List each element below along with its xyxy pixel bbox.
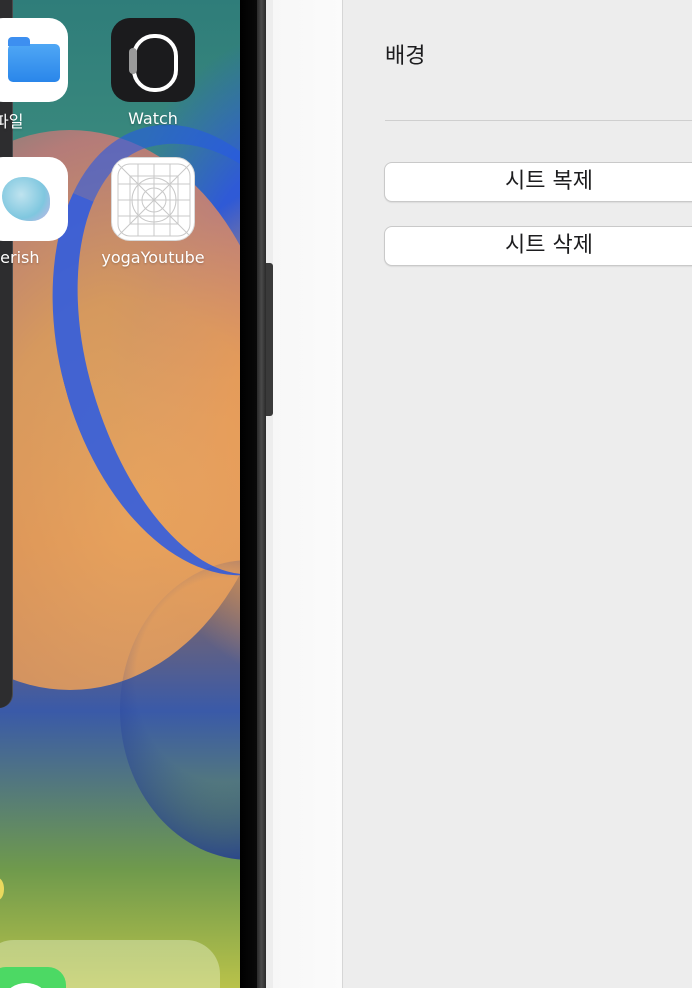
side-panel — [0, 0, 13, 708]
app-placeholder-grid-icon — [117, 163, 191, 237]
divider — [385, 120, 692, 121]
delete-sheet-button[interactable]: 시트 삭제 — [384, 226, 692, 266]
messages-app-icon[interactable] — [0, 967, 66, 988]
files-app-icon[interactable] — [0, 18, 68, 102]
watch-app-label: Watch — [128, 109, 178, 128]
watch-crown-icon — [129, 48, 137, 74]
yoga-youtube-app-label: yogaYoutube — [101, 248, 205, 267]
folder-icon — [8, 37, 60, 82]
section-title: 배경 — [385, 44, 426, 69]
simulator-home-screen: 파일 Watch herish yogaYoutub — [0, 0, 240, 988]
cherish-app-label: herish — [0, 248, 40, 267]
watch-app-icon[interactable] — [111, 18, 195, 102]
watch-icon — [132, 34, 178, 92]
wallpaper-dot — [0, 878, 4, 900]
device-side-button — [266, 263, 273, 416]
duplicate-sheet-button[interactable]: 시트 복제 — [384, 162, 692, 202]
inspector-panel: 배경 시트 복제 시트 삭제 — [342, 0, 692, 988]
cherish-app-icon[interactable] — [0, 157, 68, 241]
files-app-label: 파일 — [0, 112, 24, 131]
cherish-logo-icon — [2, 177, 50, 221]
device-frame-edge — [257, 0, 266, 988]
yoga-youtube-app-icon[interactable] — [111, 157, 195, 241]
canvas-area — [273, 0, 342, 988]
